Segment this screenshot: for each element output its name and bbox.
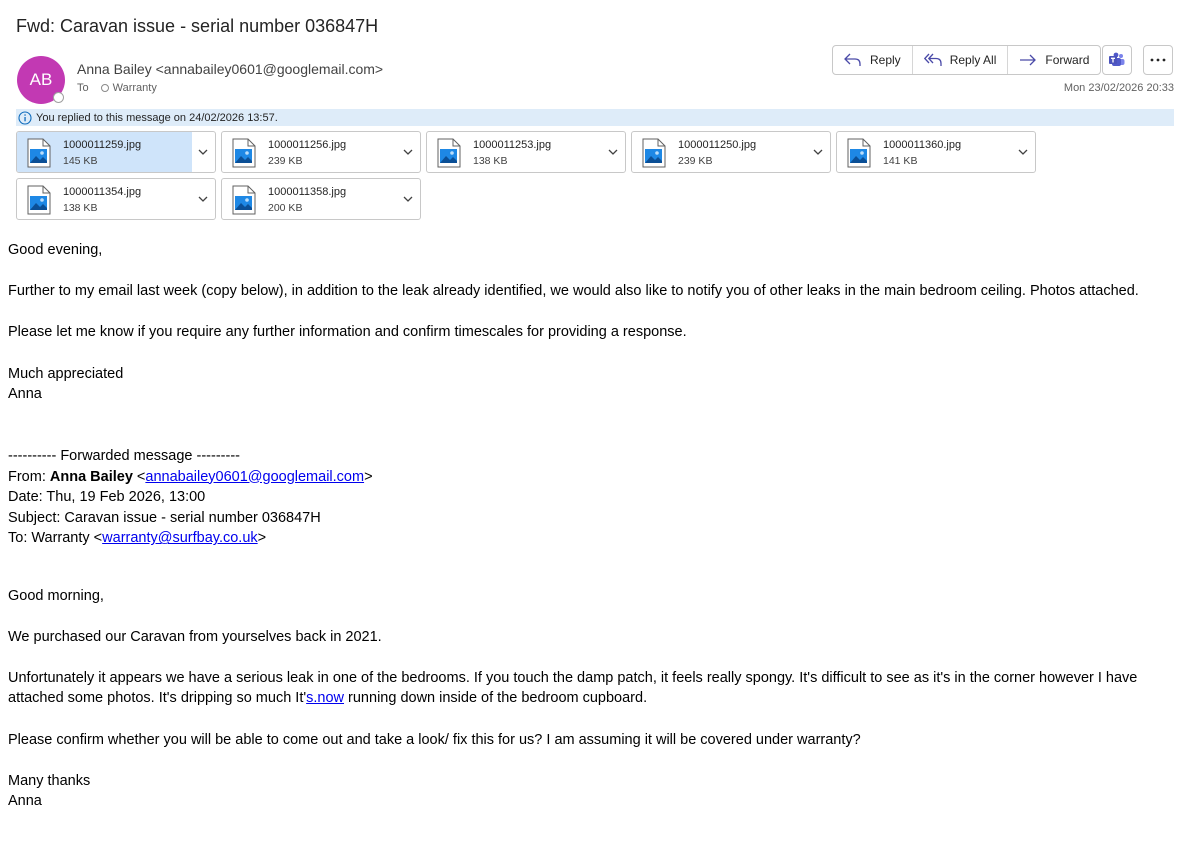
reply-info-text: You replied to this message on 24/02/202… — [36, 111, 278, 124]
teams-icon — [1109, 52, 1125, 66]
recipients-line: To Warranty — [77, 82, 157, 94]
attachment-item[interactable]: 1000011259.jpg 145 KB — [16, 131, 216, 173]
chevron-down-icon[interactable] — [812, 146, 824, 158]
attachment-size: 145 KB — [63, 155, 98, 167]
reply-arrow-icon — [844, 53, 861, 66]
attachment-item[interactable]: 1000011354.jpg 138 KB — [16, 178, 216, 220]
date-line: Date: Thu, 19 Feb 2026, 13:00 — [8, 489, 206, 506]
from-name: Anna Bailey — [49, 468, 133, 485]
forward-arrow-icon — [1020, 54, 1037, 66]
more-button[interactable] — [1143, 45, 1173, 75]
message-action-bar: Reply Reply All Forward — [832, 45, 1102, 75]
attachment-size: 239 KB — [678, 155, 713, 167]
chevron-down-icon[interactable] — [1017, 146, 1029, 158]
info-circle-icon — [18, 110, 32, 125]
quoted-paragraph-1: We purchased our Caravan from yourselves… — [8, 628, 382, 645]
greeting-2: Good morning, — [8, 587, 104, 604]
attachment-name: 1000011358.jpg — [268, 186, 347, 198]
image-file-icon — [27, 185, 51, 215]
forward-label: Forward — [1045, 53, 1090, 67]
signoff-2: Many thanks — [8, 772, 91, 789]
chevron-down-icon[interactable] — [197, 193, 209, 205]
message-body: Good evening, Further to my email last w… — [8, 240, 1188, 812]
attachment-item[interactable]: 1000011360.jpg 141 KB — [836, 131, 1036, 173]
reply-info-bar: You replied to this message on 24/02/202… — [16, 109, 1174, 126]
avatar-initials: AB — [29, 70, 53, 89]
chevron-down-icon[interactable] — [607, 146, 619, 158]
attachment-name: 1000011354.jpg — [63, 186, 142, 198]
attachment-name: 1000011360.jpg — [883, 139, 962, 151]
message-date: Mon 23/02/2026 20:33 — [1063, 82, 1174, 94]
teams-button[interactable] — [1102, 45, 1132, 75]
subject-line: Subject: Caravan issue - serial number 0… — [8, 509, 321, 526]
image-file-icon — [642, 138, 666, 168]
chevron-down-icon[interactable] — [402, 146, 414, 158]
from-email-link[interactable]: annabailey0601@googlemail.com — [145, 469, 364, 485]
attachment-item[interactable]: 1000011358.jpg 200 KB — [221, 178, 421, 220]
attachment-name: 1000011256.jpg — [268, 139, 347, 151]
attachment-item[interactable]: 1000011256.jpg 239 KB — [221, 131, 421, 173]
reply-label: Reply — [870, 53, 901, 67]
forward-button[interactable]: Forward — [1008, 46, 1100, 74]
signoff: Much appreciated — [8, 365, 124, 382]
chevron-down-icon[interactable] — [197, 146, 209, 158]
image-file-icon — [27, 138, 51, 168]
attachment-size: 138 KB — [473, 155, 508, 167]
reply-all-label: Reply All — [949, 53, 997, 67]
paragraph-2: Please let me know if you require any fu… — [8, 324, 687, 341]
paragraph-1: Further to my email last week (copy belo… — [8, 283, 1139, 300]
attachment-name: 1000011250.jpg — [678, 139, 757, 151]
presence-status-icon — [53, 92, 64, 103]
attachment-size: 200 KB — [268, 202, 303, 214]
forwarded-header: ---------- Forwarded message --------- — [8, 447, 240, 464]
chevron-down-icon[interactable] — [402, 193, 414, 205]
to-label: To — [77, 82, 89, 94]
reply-all-icon — [923, 53, 942, 66]
image-file-icon — [232, 185, 256, 215]
recipient-name[interactable]: Warranty — [113, 82, 157, 94]
to-email-link[interactable]: warranty@surfbay.co.uk — [102, 530, 257, 546]
image-file-icon — [232, 138, 256, 168]
quoted-paragraph-2: Unfortunately it appears we have a serio… — [8, 669, 1138, 707]
attachment-size: 141 KB — [883, 155, 918, 167]
quoted-paragraph-3: Please confirm whether you will be able … — [8, 731, 861, 748]
image-file-icon — [437, 138, 461, 168]
attachment-item[interactable]: 1000011253.jpg 138 KB — [426, 131, 626, 173]
greeting: Good evening, — [8, 242, 103, 258]
snow-link[interactable]: s.now — [306, 690, 344, 706]
to-line: To: Warranty <warranty@surfbay.co.uk> — [8, 530, 267, 547]
reply-button[interactable]: Reply — [833, 46, 913, 74]
attachment-size: 138 KB — [63, 202, 98, 214]
signature-name: Anna — [8, 386, 42, 403]
attachment-name: 1000011253.jpg — [473, 139, 552, 151]
from-line: From: Anna Bailey <annabailey0601@google… — [8, 468, 373, 485]
more-ellipsis-icon — [1150, 58, 1166, 62]
image-file-icon — [847, 138, 871, 168]
attachment-size: 239 KB — [268, 155, 303, 167]
sender-name[interactable]: Anna Bailey <annabailey0601@googlemail.c… — [77, 61, 383, 77]
email-subject: Fwd: Caravan issue - serial number 03684… — [16, 16, 379, 36]
attachment-name: 1000011259.jpg — [63, 139, 142, 151]
recipient-presence-icon — [100, 84, 109, 92]
reply-all-button[interactable]: Reply All — [913, 46, 1009, 74]
attachment-item[interactable]: 1000011250.jpg 239 KB — [631, 131, 831, 173]
signature-name-2: Anna — [8, 793, 42, 810]
